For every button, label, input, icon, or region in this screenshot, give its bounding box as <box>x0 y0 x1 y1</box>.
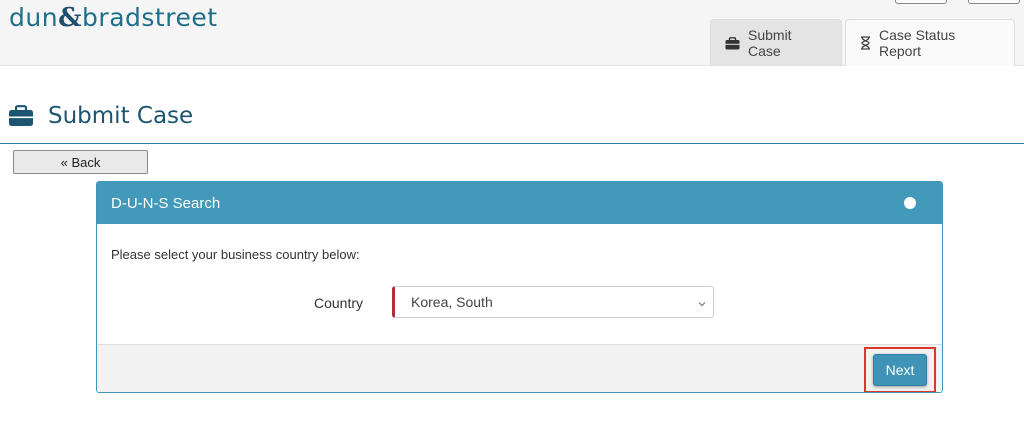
page-title: Submit Case <box>8 103 193 129</box>
next-button[interactable]: Next <box>873 354 927 386</box>
tab-case-status-report-label: Case Status Report <box>879 27 956 59</box>
tab-case-status-report[interactable]: Case Status Report <box>845 19 1015 66</box>
site-header: dun&bradstreet Submit Case Case Status R… <box>0 0 1024 66</box>
country-select-value: Korea, South <box>411 294 493 310</box>
brand-logo[interactable]: dun&bradstreet <box>9 3 218 33</box>
country-prompt: Please select your business country belo… <box>111 247 360 262</box>
brand-logo-ampersand: & <box>58 3 83 33</box>
tab-submit-case[interactable]: Submit Case <box>710 19 842 66</box>
panel-header: D-U-N-S Search <box>97 182 942 224</box>
brand-logo-part1: dun <box>9 3 59 32</box>
chevron-down-icon <box>697 296 707 312</box>
status-dot-icon <box>904 197 916 209</box>
briefcase-icon <box>8 105 34 127</box>
duns-search-panel: D-U-N-S Search Please select your busine… <box>96 181 943 393</box>
next-button-highlight: Next <box>864 347 936 392</box>
briefcase-icon <box>725 36 740 50</box>
title-divider <box>0 143 1024 144</box>
country-label: Country <box>314 295 364 311</box>
top-utility-button-2[interactable] <box>968 0 1020 4</box>
panel-body: Please select your business country belo… <box>97 224 942 344</box>
panel-title: D-U-N-S Search <box>111 194 221 212</box>
top-utility-button[interactable] <box>895 0 947 4</box>
back-button[interactable]: « Back <box>13 150 148 174</box>
page-title-text: Submit Case <box>48 103 194 129</box>
hourglass-icon <box>860 36 871 50</box>
panel-footer: Next <box>97 344 942 392</box>
country-select[interactable]: Korea, South <box>392 286 714 318</box>
brand-logo-part2: bradstreet <box>82 3 218 32</box>
tab-submit-case-label: Submit Case <box>748 27 792 59</box>
